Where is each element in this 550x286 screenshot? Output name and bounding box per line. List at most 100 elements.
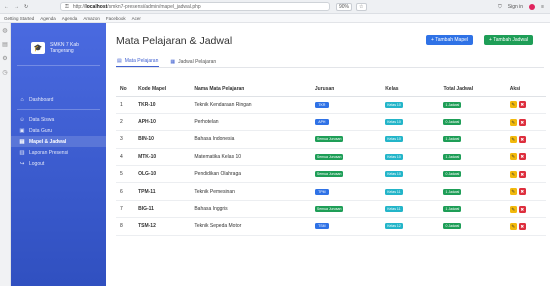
cell-kelas: Kelas 10 bbox=[381, 113, 440, 132]
extension-icon[interactable] bbox=[529, 3, 536, 10]
jadwal-badge: 0 Jadwal bbox=[443, 119, 462, 126]
shield-icon[interactable]: ⛉ bbox=[498, 4, 502, 10]
delete-button[interactable]: ✖ bbox=[518, 222, 526, 230]
url-bar[interactable]: ⚿ http://localhost/smkn7-presensi/admin/… bbox=[60, 2, 330, 11]
cell-kelas: Kelas 10 bbox=[381, 148, 440, 167]
bookmark-item[interactable]: Acer bbox=[132, 16, 141, 21]
tab-jadwal-pelajaran[interactable]: ▦ Jadwal Pelajaran bbox=[169, 56, 217, 67]
jadwal-badge: 1 Jadwal bbox=[443, 153, 462, 160]
logout-icon: ↪ bbox=[19, 160, 25, 167]
cell-jadwal: 0 Jadwal bbox=[439, 113, 506, 132]
bookmark-item[interactable]: Amazon bbox=[83, 16, 100, 21]
tab-underline bbox=[116, 67, 544, 68]
cell-nama: Matematika Kelas 10 bbox=[190, 148, 311, 167]
cell-kelas: Kelas 10 bbox=[381, 165, 440, 184]
cell-kode: BIN-10 bbox=[134, 130, 191, 149]
kelas-badge: Kelas 10 bbox=[385, 119, 403, 126]
edit-button[interactable]: ✎ bbox=[509, 170, 517, 178]
tab-mata-pelajaran[interactable]: ▤ Mata Pelajaran bbox=[116, 56, 160, 67]
cell-jadwal: 1 Jadwal bbox=[439, 148, 506, 167]
cell-aksi: ✎ ✖ bbox=[505, 165, 546, 184]
browser-side-rail: ◍ ▤ ⚙ ◷ bbox=[0, 23, 11, 286]
home-icon: ⌂ bbox=[20, 96, 24, 103]
delete-button[interactable]: ✖ bbox=[518, 101, 526, 109]
cell-aksi: ✎ ✖ bbox=[505, 96, 546, 114]
sidebar-item-data-siswa[interactable]: ☺ Data Siswa bbox=[11, 114, 106, 125]
edit-button[interactable]: ✎ bbox=[509, 118, 517, 126]
bookmark-item[interactable]: Getting Started bbox=[4, 16, 34, 21]
action-buttons: ✎ ✖ bbox=[509, 153, 526, 161]
edit-button[interactable]: ✎ bbox=[509, 153, 517, 161]
cell-no: 3 bbox=[116, 130, 135, 149]
star-icon[interactable]: ☆ bbox=[356, 2, 367, 11]
zoom-level[interactable]: 90% bbox=[336, 2, 353, 11]
delete-button[interactable]: ✖ bbox=[518, 153, 526, 161]
bookmark-item[interactable]: Agenda bbox=[40, 16, 56, 21]
cell-jurusan: TKR bbox=[310, 96, 382, 114]
add-jadwal-button[interactable]: + Tambah Jadwal bbox=[484, 35, 533, 45]
cell-nama: Perhotelan bbox=[190, 113, 311, 132]
cell-aksi: ✎ ✖ bbox=[505, 113, 546, 132]
delete-button[interactable]: ✖ bbox=[518, 170, 526, 178]
cell-jadwal: 0 Jadwal bbox=[439, 217, 506, 236]
settings-rail-icon[interactable]: ⚙ bbox=[2, 55, 7, 62]
jurusan-badge: TPM bbox=[314, 188, 329, 195]
history-rail-icon[interactable]: ▤ bbox=[2, 41, 8, 48]
menu-icon[interactable]: ≡ bbox=[541, 4, 544, 10]
jurusan-badge: APH bbox=[314, 119, 329, 126]
delete-button[interactable]: ✖ bbox=[518, 188, 526, 196]
delete-button[interactable]: ✖ bbox=[518, 118, 526, 126]
cell-jadwal: 1 Jadwal bbox=[439, 182, 506, 201]
sidebar-item-label: Laporan Presensi bbox=[29, 149, 69, 156]
zoom-indicator[interactable]: 90% ☆ bbox=[336, 2, 367, 11]
action-buttons: ✎ ✖ bbox=[509, 205, 526, 213]
column-header-kelas: Kelas bbox=[381, 82, 440, 97]
cell-jadwal: 1 Jadwal bbox=[439, 96, 506, 114]
tab-label: Jadwal Pelajaran bbox=[178, 58, 217, 65]
table-row: 2 APH-10 Perhotelan APH Kelas 10 0 Jadwal ✎ ✖ bbox=[116, 113, 546, 132]
sidebar-item-label: Dashboard bbox=[29, 96, 54, 103]
forward-icon[interactable]: → bbox=[14, 4, 19, 10]
sidebar-item-dashboard[interactable]: ⌂ Dashboard bbox=[11, 94, 106, 105]
edit-button[interactable]: ✎ bbox=[509, 222, 517, 230]
action-buttons: ✎ ✖ bbox=[509, 135, 526, 143]
cell-kode: TSM-12 bbox=[134, 217, 191, 236]
sidebar-item-laporan-presensi[interactable]: ▥ Laporan Presensi bbox=[11, 147, 106, 158]
url-text: http://localhost/smkn7-presensi/admin/ma… bbox=[72, 3, 201, 10]
sidebar-divider bbox=[17, 65, 100, 66]
column-header-nama-mata-pelajaran: Nama Mata Pelajaran bbox=[190, 82, 311, 97]
sidebar-item-logout[interactable]: ↪ Logout bbox=[11, 158, 106, 169]
brand[interactable]: 🎓 SMKN 7 Kab Tangerang bbox=[11, 23, 106, 61]
delete-button[interactable]: ✖ bbox=[518, 205, 526, 213]
screen: { "browser": { "url_prefix": "http://", … bbox=[0, 0, 550, 286]
delete-button[interactable]: ✖ bbox=[518, 135, 526, 143]
column-header-total-jadwal: Total Jadwal bbox=[439, 82, 506, 97]
jurusan-badge: Semua Jurusan bbox=[314, 136, 344, 143]
table-row: 4 MTK-10 Matematika Kelas 10 Semua Jurusan K… bbox=[116, 148, 546, 167]
sidebar: 🎓 SMKN 7 Kab Tangerang ⌂ Dashboard ☺ Data S… bbox=[11, 23, 106, 286]
cell-kode: OLG-10 bbox=[134, 165, 191, 184]
cell-kelas: Kelas 10 bbox=[381, 96, 440, 114]
extension-rail-icon[interactable]: ◍ bbox=[2, 27, 7, 34]
table-body: 1 TKR-10 Teknik Kendaraan Ringan TKR Kelas 1… bbox=[116, 96, 546, 236]
back-icon[interactable]: ← bbox=[4, 4, 9, 10]
add-mapel-button[interactable]: + Tambah Mapel bbox=[426, 35, 474, 45]
edit-button[interactable]: ✎ bbox=[509, 135, 517, 143]
cell-jurusan: TPM bbox=[310, 182, 382, 201]
edit-button[interactable]: ✎ bbox=[509, 205, 517, 213]
sidebar-item-data-guru[interactable]: ▣ Data Guru bbox=[11, 125, 106, 136]
sign-in-button[interactable]: Sign in bbox=[508, 4, 523, 10]
clock-rail-icon[interactable]: ◷ bbox=[2, 69, 7, 76]
bookmark-item[interactable]: Agenda bbox=[62, 16, 78, 21]
jadwal-badge: 1 Jadwal bbox=[443, 136, 462, 143]
bookmark-item[interactable]: Facebook bbox=[106, 16, 126, 21]
cell-kelas: Kelas 10 bbox=[381, 130, 440, 149]
sidebar-item-mapel-jadwal[interactable]: ▤ Mapel & Jadwal bbox=[11, 136, 106, 147]
edit-button[interactable]: ✎ bbox=[509, 101, 517, 109]
sidebar-item-label: Data Siswa bbox=[29, 116, 55, 123]
edit-button[interactable]: ✎ bbox=[509, 188, 517, 196]
browser-toolbar: ← → ↻ ⚿ http://localhost/smkn7-presensi/… bbox=[0, 0, 550, 14]
table-row: 1 TKR-10 Teknik Kendaraan Ringan TKR Kelas 1… bbox=[116, 96, 546, 114]
jurusan-badge: TKR bbox=[314, 101, 329, 108]
reload-icon[interactable]: ↻ bbox=[24, 4, 28, 10]
